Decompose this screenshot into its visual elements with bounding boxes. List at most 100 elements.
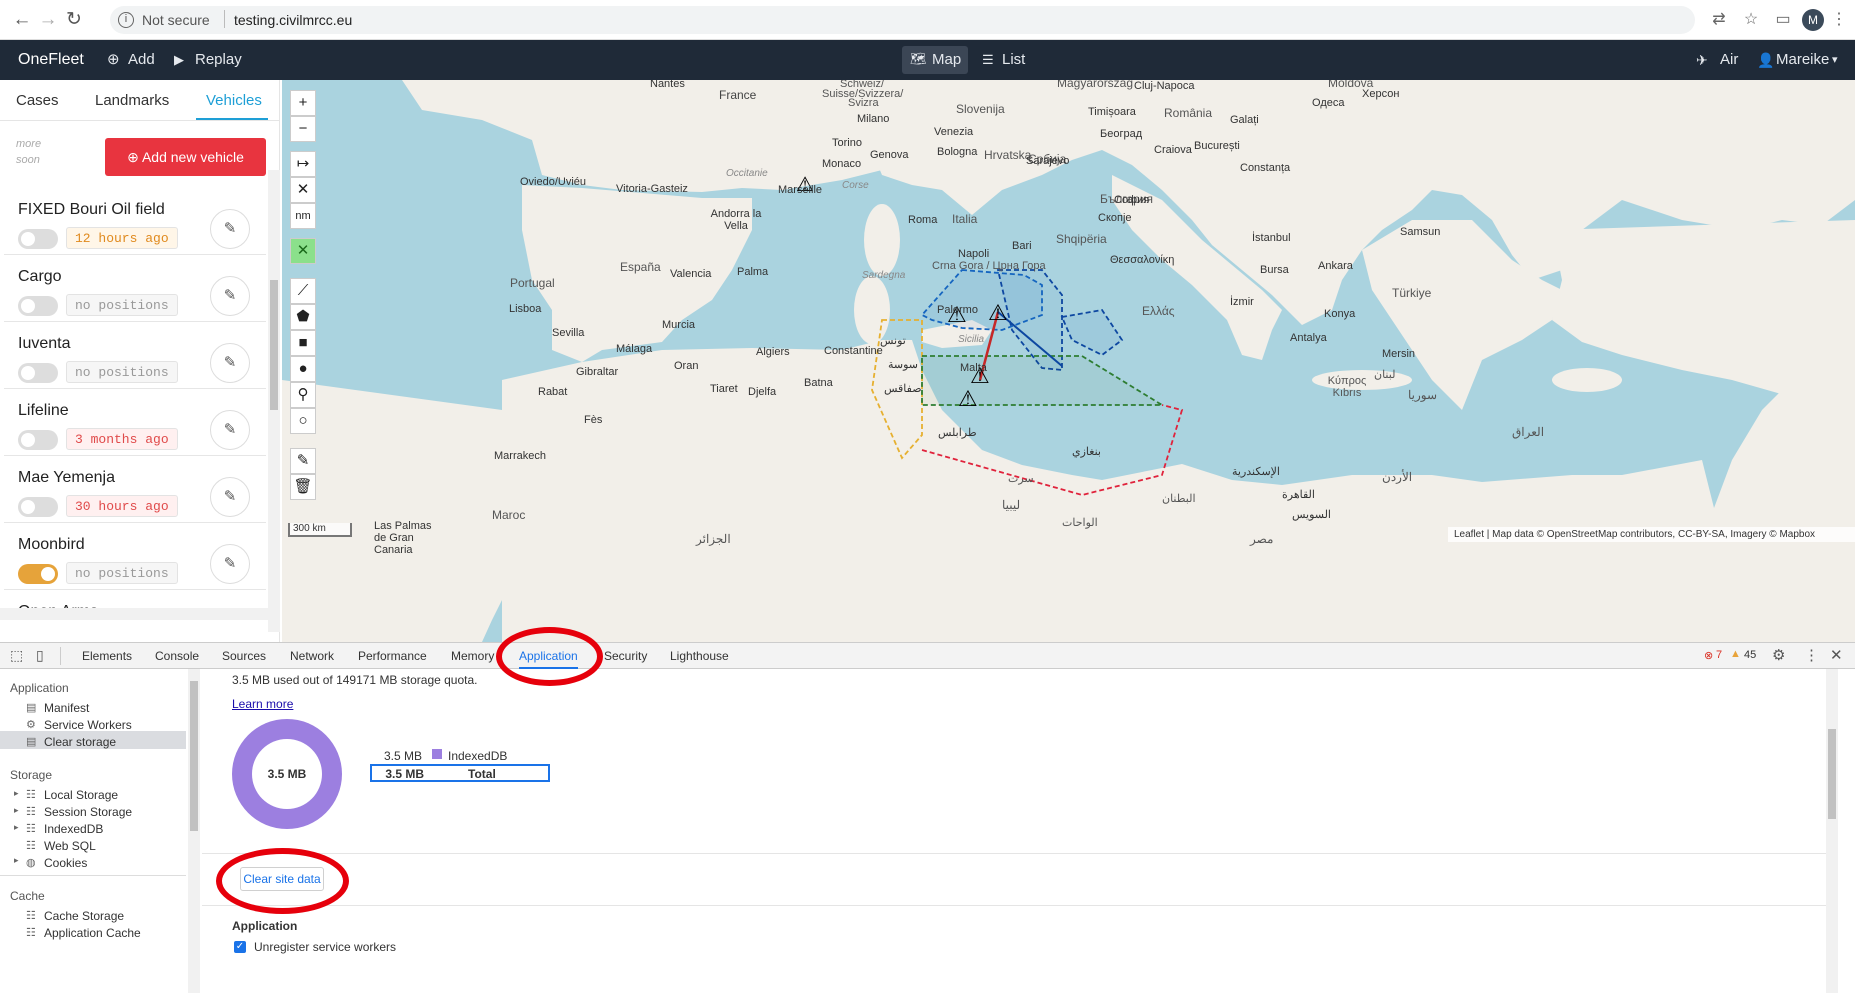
avatar[interactable]: M <box>1802 9 1824 31</box>
sidebar-item-cookies[interactable]: Cookies <box>44 856 87 870</box>
menu-icon[interactable]: ⋮ <box>1828 9 1850 31</box>
unregister-checkbox[interactable]: ✓ <box>234 941 246 953</box>
tab-lighthouse[interactable]: Lighthouse <box>670 643 729 669</box>
expand-icon[interactable]: ▸ <box>14 805 19 816</box>
visibility-toggle[interactable] <box>18 296 58 316</box>
scrollbar[interactable] <box>268 170 280 632</box>
tab-network[interactable]: Network <box>290 643 334 669</box>
tab-performance[interactable]: Performance <box>358 643 427 669</box>
warning-count[interactable]: 45 <box>1744 649 1756 661</box>
expand-icon[interactable]: ▸ <box>14 788 19 799</box>
reload-icon[interactable]: ↻ <box>62 8 86 32</box>
close-icon[interactable]: ✕ <box>1830 646 1843 664</box>
sidebar-item-cache-storage[interactable]: Cache Storage <box>44 909 124 923</box>
visibility-toggle[interactable] <box>18 430 58 450</box>
draw-polygon-icon[interactable]: ⬟ <box>290 304 316 330</box>
sidebar-item-web-sql[interactable]: Web SQL <box>44 839 96 853</box>
edit-layers-icon[interactable]: ✎ <box>290 448 316 474</box>
expand-icon[interactable]: ▸ <box>14 855 19 866</box>
list-item[interactable]: Cargo no positions ✎ <box>4 256 266 322</box>
star-icon[interactable]: ☆ <box>1740 9 1762 31</box>
extension-icon[interactable]: ▭ <box>1772 9 1794 31</box>
edit-icon[interactable]: ✎ <box>210 343 250 383</box>
horizontal-scrollbar[interactable] <box>0 608 268 620</box>
sidebar-item-clear-storage[interactable]: Clear storage <box>44 735 116 749</box>
back-icon[interactable]: ← <box>10 8 34 32</box>
list-item[interactable]: FIXED Bouri Oil field 12 hours ago ✎ <box>4 189 266 255</box>
map-attribution[interactable]: Leaflet | Map data © OpenStreetMap contr… <box>1448 527 1855 542</box>
clear-measure-icon[interactable]: ✕ <box>290 177 316 203</box>
list-item[interactable]: Moonbird no positions ✎ <box>4 524 266 590</box>
draw-polyline-icon[interactable]: ⟋ <box>290 278 316 304</box>
warning-marker-icon[interactable]: ⚠ <box>958 386 980 411</box>
error-count[interactable]: 7 <box>1716 649 1722 661</box>
info-icon[interactable]: i <box>118 12 134 28</box>
chevron-down-icon[interactable]: ▾ <box>1832 40 1838 80</box>
sidebar-item-session-storage[interactable]: Session Storage <box>44 805 132 819</box>
inspect-icon[interactable]: ⬚ <box>10 647 23 664</box>
visibility-toggle[interactable] <box>18 564 58 584</box>
list-icon[interactable]: ☰ <box>982 40 994 80</box>
draw-marker-icon[interactable]: ⚲ <box>290 382 316 408</box>
add-icon[interactable]: ⊕ <box>107 40 120 80</box>
error-icon[interactable]: ⊗ <box>1704 649 1713 662</box>
draw-circle-icon[interactable]: ● <box>290 356 316 382</box>
list-item[interactable]: Iuventa no positions ✎ <box>4 323 266 389</box>
tab-sources[interactable]: Sources <box>222 643 266 669</box>
gear-icon[interactable]: ⚙ <box>1772 646 1785 664</box>
edit-icon[interactable]: ✎ <box>210 477 250 517</box>
list-item[interactable]: Mae Yemenja 30 hours ago ✎ <box>4 457 266 523</box>
scrollbar[interactable] <box>1826 669 1838 993</box>
learn-more-link[interactable]: Learn more <box>232 697 293 711</box>
warning-icon[interactable]: ▲ <box>1730 648 1741 660</box>
map-view[interactable]: ⚠ ⚠ ⚠ ⚠ ⚠ Nantes France Schweiz/ Suisse/… <box>282 80 1855 642</box>
air-button[interactable]: Air <box>1720 40 1738 80</box>
forward-icon[interactable]: → <box>36 8 60 32</box>
tab-console[interactable]: Console <box>155 643 199 669</box>
scrollbar-thumb[interactable] <box>190 681 198 831</box>
scrollbar-thumb[interactable] <box>1828 729 1836 819</box>
tab-cases[interactable]: Cases <box>16 92 59 109</box>
zoom-out-button[interactable]: − <box>290 116 316 142</box>
tab-vehicles[interactable]: Vehicles <box>206 92 262 109</box>
sidebar-item-service-workers[interactable]: Service Workers <box>44 718 132 732</box>
visibility-toggle[interactable] <box>18 229 58 249</box>
more-icon[interactable]: ⋮ <box>1804 646 1819 664</box>
expand-icon[interactable]: ▸ <box>14 822 19 833</box>
visibility-toggle[interactable] <box>18 363 58 383</box>
tab-elements[interactable]: Elements <box>82 643 132 669</box>
map-button[interactable]: 🗺 Map <box>902 46 968 74</box>
sidebar-item-local-storage[interactable]: Local Storage <box>44 788 118 802</box>
play-icon[interactable]: ▶ <box>174 40 184 80</box>
fit-bounds-icon[interactable]: ↦ <box>290 151 316 177</box>
edit-icon[interactable]: ✎ <box>210 276 250 316</box>
sidebar-item-indexeddb[interactable]: IndexedDB <box>44 822 103 836</box>
translate-icon[interactable]: ⇄ <box>1708 9 1730 31</box>
sidebar-item-manifest[interactable]: Manifest <box>44 701 89 715</box>
list-button[interactable]: List <box>1002 40 1025 80</box>
replay-button[interactable]: Replay <box>195 40 242 80</box>
warning-marker-icon[interactable]: ⚠ <box>988 300 1010 325</box>
scrollbar-thumb[interactable] <box>270 280 278 410</box>
add-vehicle-button[interactable]: ⊕ Add new vehicle <box>105 138 266 176</box>
zoom-in-button[interactable]: + <box>290 90 316 116</box>
edit-icon[interactable]: ✎ <box>210 209 250 249</box>
draw-rectangle-icon[interactable]: ■ <box>290 330 316 356</box>
tab-security[interactable]: Security <box>604 643 647 669</box>
brand[interactable]: OneFleet <box>18 40 84 80</box>
tab-memory[interactable]: Memory <box>451 643 494 669</box>
add-button[interactable]: Add <box>128 40 155 80</box>
device-toggle-icon[interactable]: ▯ <box>36 647 44 664</box>
measure-toggle-icon[interactable]: ✕ <box>290 238 316 264</box>
sidebar-item-application-cache[interactable]: Application Cache <box>44 926 141 940</box>
address-bar[interactable]: i Not secure testing.civilmrcc.eu <box>110 6 1695 34</box>
tab-landmarks[interactable]: Landmarks <box>95 92 169 109</box>
list-item[interactable]: Lifeline 3 months ago ✎ <box>4 390 266 456</box>
edit-icon[interactable]: ✎ <box>210 544 250 584</box>
delete-layers-icon[interactable]: 🗑 <box>290 474 316 500</box>
unit-nm-button[interactable]: nm <box>290 203 316 229</box>
url-text[interactable]: testing.civilmrcc.eu <box>234 12 352 28</box>
draw-circlemarker-icon[interactable]: ○ <box>290 408 316 434</box>
scrollbar[interactable] <box>188 669 200 993</box>
user-menu[interactable]: Mareike <box>1776 40 1829 80</box>
